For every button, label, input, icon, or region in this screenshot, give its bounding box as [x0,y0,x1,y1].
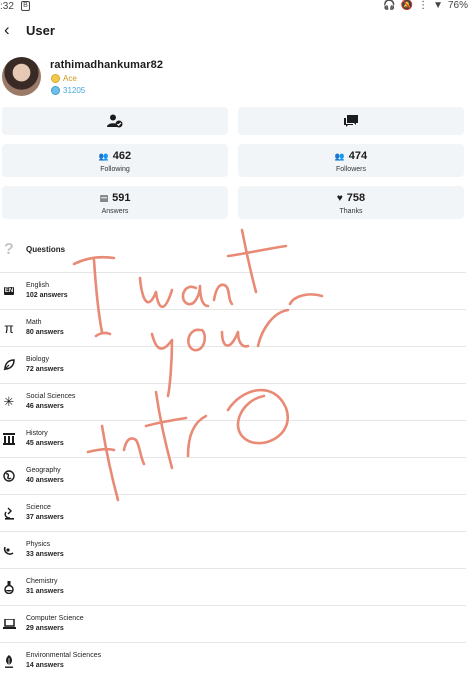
subject-name: Physics [26,541,51,548]
following-count: 462 [112,150,132,162]
list-item[interactable]: π Math 80 answers [0,309,466,346]
list-item[interactable]: Computer Science 29 answers [0,605,466,642]
following-card[interactable]: 👥 462 Following [2,144,228,177]
signal-icon: ⋮ [418,0,429,11]
people-icon: 👥 [98,151,109,161]
people-icon: 👥 [334,151,345,161]
subject-answer-count: 37 answers [26,514,64,521]
thanks-label: Thanks [339,207,363,215]
list-item[interactable]: History 45 answers [0,420,466,457]
answers-count: 591 [112,192,131,204]
followers-card[interactable]: 👥 474 Followers [238,144,464,177]
subject-answer-count: 102 answers [26,292,68,299]
list-item[interactable]: Chemistry 31 answers [0,568,466,605]
avatar[interactable] [2,57,41,96]
status-bar: :32 B 🎧 🔕 ⋮ ▼ 76% [0,0,474,14]
subject-answer-count: 72 answers [26,366,64,373]
points-badge: 31205 [51,86,85,95]
list-item[interactable]: Science 37 answers [0,494,466,531]
followers-count: 474 [348,150,368,162]
subject-answer-count: 45 answers [26,440,64,447]
subject-name: History [26,430,48,437]
thanks-count: 758 [346,192,366,204]
subject-name: Science [26,504,51,511]
list-item[interactable]: Environmental Sciences 14 answers [0,642,466,679]
list-item[interactable]: Geography 40 answers [0,457,466,494]
points-value: 31205 [63,86,86,95]
chemistry-icon [2,580,16,594]
subject-name: Social Sciences [26,393,76,400]
status-icons: 🎧 🔕 ⋮ ▼ 76% [383,0,468,11]
subject-name: Geography [26,467,61,474]
points-icon [51,86,60,95]
app-notification-icon: B [21,1,30,11]
subject-answer-count: 33 answers [26,551,64,558]
answers-label: Answers [101,207,129,215]
subject-answer-count: 40 answers [26,477,64,484]
follow-button[interactable] [2,107,228,135]
subject-name: Environmental Sciences [26,652,102,659]
chat-icon [344,115,358,127]
math-icon: π [4,320,14,336]
subject-answer-count: 29 answers [26,625,64,632]
heart-icon: ♥ [336,192,343,204]
subject-answer-count: 31 answers [26,588,64,595]
status-time: :32 [0,1,14,12]
english-icon: EN [3,287,15,295]
science-icon [2,506,16,520]
social-sciences-icon: ✳ [3,394,15,409]
subject-name: Computer Science [26,615,84,622]
top-bar: ‹ User [0,18,474,44]
page-title: User [26,23,55,38]
wifi-icon: ▼ [433,0,443,11]
mute-icon: 🔕 [400,0,414,11]
list-item[interactable]: ✳ Social Sciences 46 answers [0,383,466,420]
answers-card[interactable]: ▤ 591 Answers [2,186,228,219]
list-item[interactable]: Biology 72 answers [0,346,466,383]
headphones-icon: 🎧 [383,0,396,11]
back-arrow-icon[interactable]: ‹ [4,20,22,40]
computer-science-icon [2,617,16,631]
subject-name: Math [26,319,42,326]
thanks-card[interactable]: ♥ 758 Thanks [238,186,464,219]
medal-icon [51,74,60,83]
question-mark-icon: ? [4,241,14,258]
geography-icon [2,469,16,483]
answers-icon: ▤ [99,192,109,203]
followers-label: Followers [336,165,366,173]
history-icon [2,432,16,446]
subject-answer-count: 14 answers [26,662,64,669]
username: rathimadhankumar82 [50,59,164,71]
subject-answer-count: 46 answers [26,403,64,410]
subject-name: Chemistry [26,578,58,585]
biology-icon [2,358,16,372]
subject-answer-count: 80 answers [26,329,64,336]
subject-name: Biology [26,356,49,363]
questions-header: ? Questions [0,236,474,264]
message-button[interactable] [238,107,464,135]
environmental-sciences-icon [2,654,16,668]
physics-icon [2,543,16,557]
list-item[interactable]: EN English 102 answers [0,272,466,309]
user-check-icon [107,114,123,128]
subject-name: English [26,282,49,289]
list-item[interactable]: Physics 33 answers [0,531,466,568]
questions-title: Questions [26,245,66,254]
rank-badge: Ace [51,74,77,83]
battery-level: 76% [447,0,468,11]
following-label: Following [100,165,130,173]
rank-label: Ace [63,74,77,83]
